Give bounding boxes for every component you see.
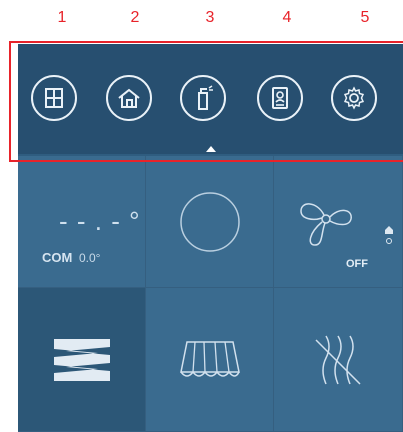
- control-panel: - - . - ° COM 0.0° OFF: [18, 44, 403, 432]
- side-home-icon: [385, 226, 393, 244]
- shutter-icon: [53, 338, 110, 381]
- selected-tab-indicator: [206, 146, 216, 152]
- fan-tile[interactable]: OFF: [274, 156, 403, 288]
- com-label: COM: [42, 250, 73, 265]
- step-number-2: 2: [130, 9, 140, 26]
- gear-icon: [343, 86, 365, 110]
- house-icon: [118, 88, 140, 108]
- awning-tile[interactable]: [146, 288, 274, 432]
- intercom-icon: [272, 87, 288, 109]
- spray-bottle-icon: [198, 85, 213, 110]
- step-number-4: 4: [282, 9, 292, 26]
- wind-off-icon: [315, 335, 361, 385]
- fan-icon: [300, 202, 352, 246]
- nav-button-intercom[interactable]: [257, 75, 303, 121]
- wind-off-tile[interactable]: [274, 288, 403, 432]
- step-number-3: 3: [205, 9, 215, 26]
- shutter-tile[interactable]: [18, 288, 146, 432]
- nav-button-windows[interactable]: [31, 75, 77, 121]
- light-circle-icon: [179, 191, 240, 252]
- nav-button-home[interactable]: [106, 75, 152, 121]
- fan-status: OFF: [346, 258, 368, 270]
- light-tile[interactable]: [146, 156, 274, 288]
- awning-icon: [179, 340, 240, 377]
- nav-button-cleaning[interactable]: [180, 75, 226, 121]
- temperature-value: - - . - °: [59, 206, 141, 236]
- temperature-display: - - . - ° COM 0.0°: [18, 156, 145, 287]
- window-grid-icon: [45, 88, 63, 108]
- step-number-1: 1: [57, 9, 67, 26]
- climate-tile[interactable]: - - . - ° COM 0.0°: [18, 156, 146, 288]
- top-navigation-bar: [18, 44, 403, 154]
- nav-button-settings[interactable]: [331, 75, 377, 121]
- step-number-5: 5: [360, 9, 370, 26]
- com-value: 0.0°: [79, 251, 101, 265]
